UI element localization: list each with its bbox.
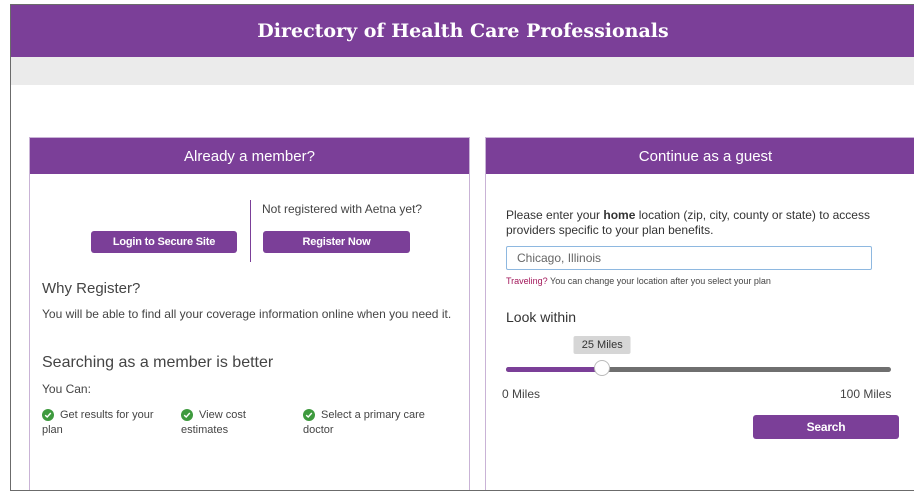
- location-instruction: Please enter your home location (zip, ci…: [506, 208, 886, 238]
- traveling-note: Traveling? You can change your location …: [506, 276, 771, 286]
- benefit-item: Select a primary care doctor: [303, 408, 443, 438]
- search-button-label: Search: [806, 420, 846, 434]
- benefit-item: View cost estimates: [181, 408, 271, 438]
- search-button[interactable]: Search: [753, 415, 899, 439]
- benefit-text: Select a primary care doctor: [303, 409, 425, 436]
- not-registered-text: Not registered with Aetna yet?: [262, 202, 423, 216]
- sub-header-strip: [11, 57, 914, 85]
- guest-panel: Continue as a guest Please enter your ho…: [485, 137, 914, 490]
- header-bar: Directory of Health Care Professionals: [11, 5, 914, 57]
- member-panel-header: Already a member?: [30, 138, 469, 174]
- instruction-prefix: Please enter your: [506, 208, 604, 222]
- register-button-label: Register Now: [302, 236, 371, 248]
- guest-panel-header: Continue as a guest: [486, 138, 914, 174]
- benefit-text: Get results for your plan: [42, 409, 154, 436]
- benefit-text: View cost estimates: [181, 409, 246, 436]
- traveling-link[interactable]: Traveling?: [506, 276, 548, 286]
- panel-divider: [250, 200, 251, 262]
- slider-value-tooltip: 25 Miles: [573, 336, 631, 354]
- login-button-label: Login to Secure Site: [112, 236, 216, 248]
- you-can-label: You Can:: [42, 382, 91, 396]
- slider-min-label: 0 Miles: [502, 387, 541, 401]
- login-button[interactable]: Login to Secure Site: [91, 231, 237, 253]
- location-input[interactable]: [506, 246, 872, 270]
- page-title: Directory of Health Care Professionals: [257, 20, 669, 42]
- benefit-item: Get results for your plan: [42, 408, 167, 438]
- page-frame: Directory of Health Care Professionals A…: [10, 4, 914, 491]
- look-within-label: Look within: [506, 309, 577, 325]
- member-panel-title: Already a member?: [184, 147, 315, 165]
- slider-max-label: 100 Miles: [840, 387, 892, 401]
- member-better-heading: Searching as a member is better: [42, 354, 274, 371]
- register-button[interactable]: Register Now: [263, 231, 410, 253]
- guest-panel-title: Continue as a guest: [638, 147, 773, 165]
- member-panel: Already a member? Login to Secure Site N…: [29, 137, 470, 490]
- traveling-text: You can change your location after you s…: [547, 276, 771, 286]
- distance-slider-fill: [506, 367, 603, 372]
- check-circle-icon: [42, 409, 54, 421]
- check-circle-icon: [181, 409, 193, 421]
- distance-slider-handle[interactable]: [594, 360, 611, 376]
- why-register-heading: Why Register?: [42, 280, 141, 297]
- why-register-text: You will be able to find all your covera…: [42, 307, 452, 321]
- distance-slider-track[interactable]: [506, 367, 891, 372]
- check-circle-icon: [303, 409, 315, 421]
- instruction-bold: home: [603, 208, 636, 222]
